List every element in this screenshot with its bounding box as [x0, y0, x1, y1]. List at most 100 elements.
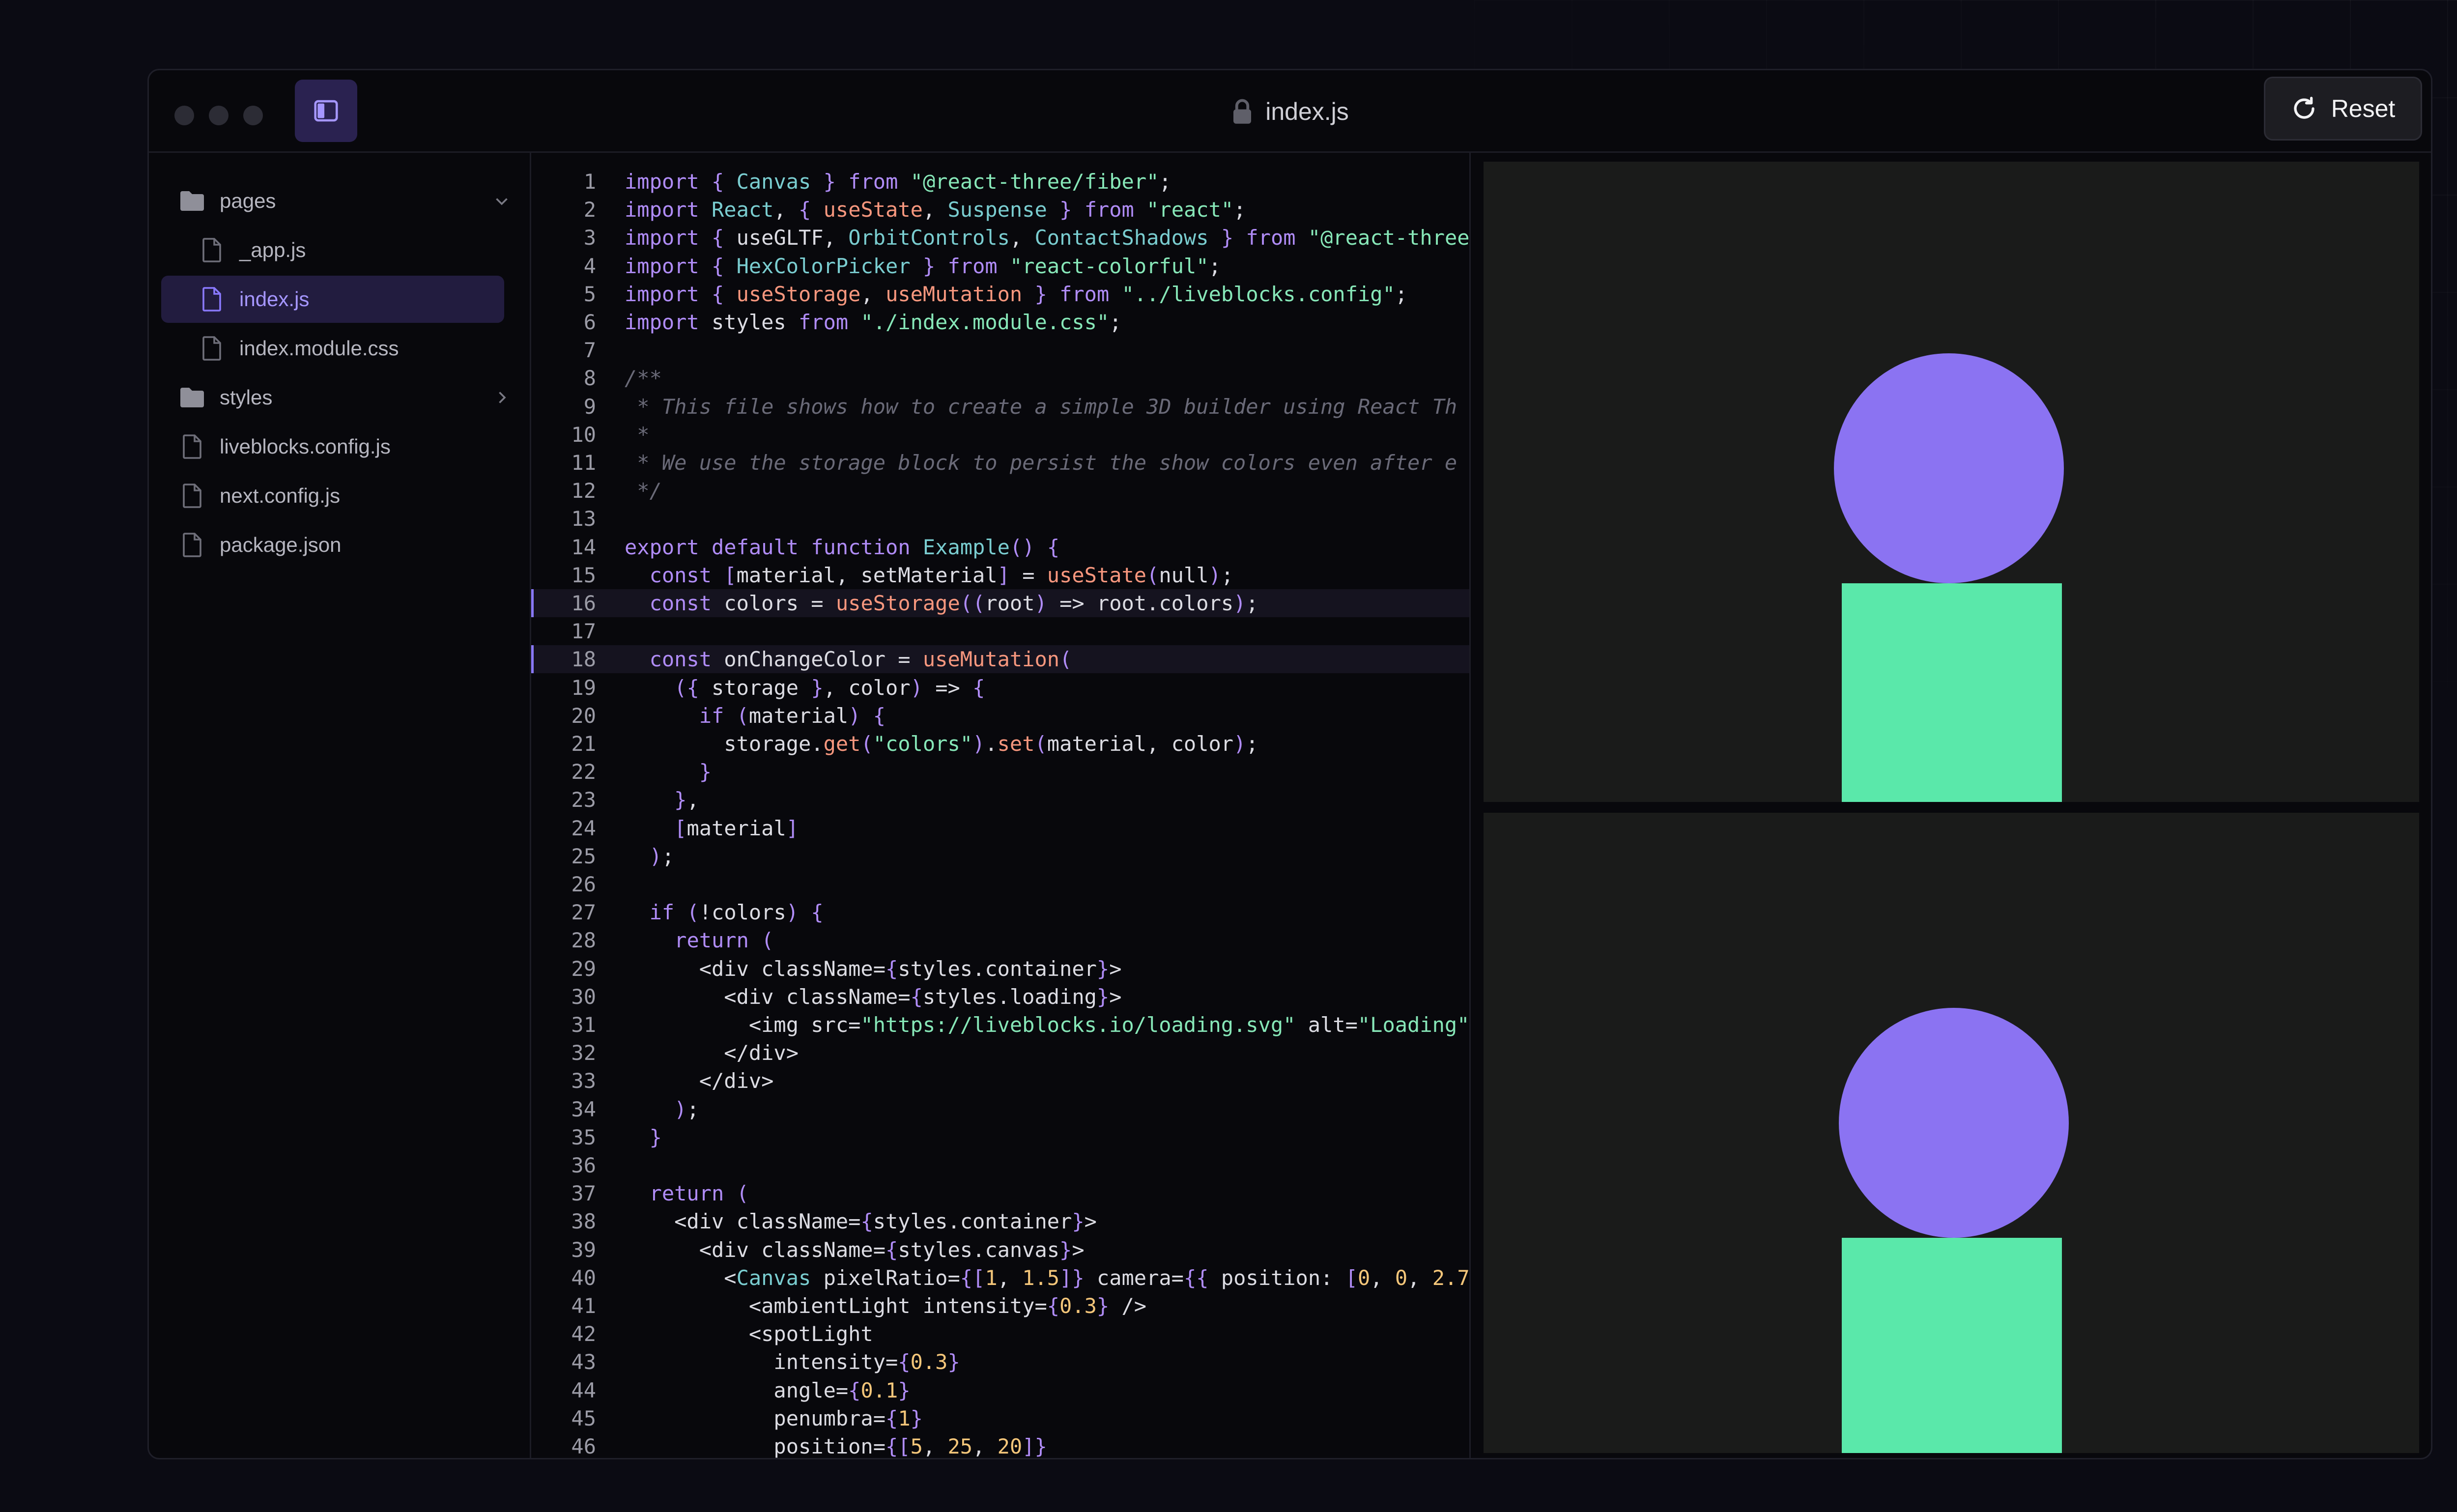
line-code: const colors = useStorage((root) => root… — [649, 591, 1258, 615]
line-code: /** — [625, 366, 662, 391]
line-number: 14 — [571, 535, 596, 559]
code-line[interactable]: 10 * — [531, 421, 1469, 449]
line-code: * We use the storage block to persist th… — [625, 451, 1457, 475]
line-number: 26 — [571, 872, 596, 896]
code-line[interactable]: 20 if (material) { — [531, 702, 1469, 730]
line-number: 3 — [583, 226, 596, 250]
code-line[interactable]: 28 return ( — [531, 926, 1469, 954]
chevron-down-icon[interactable] — [493, 192, 511, 210]
code-line[interactable]: 39 <div className={styles.canvas}> — [531, 1236, 1469, 1264]
code-line[interactable]: 32 </div> — [531, 1039, 1469, 1067]
tree-file-app-js[interactable]: _app.js — [198, 227, 521, 274]
code-line[interactable]: 4 import { HexColorPicker } from "react-c… — [531, 252, 1469, 280]
code-editor[interactable]: 1 import { Canvas } from "@react-three/fi… — [531, 153, 1471, 1458]
preview-bottom[interactable] — [1484, 813, 2419, 1453]
code-line[interactable]: 27 if (!colors) { — [531, 898, 1469, 926]
sphere-shape[interactable] — [1834, 353, 2064, 583]
code-line[interactable]: 15 const [material, setMaterial] = useSt… — [531, 561, 1469, 589]
file-icon — [178, 482, 206, 510]
line-code: <img src="https://liveblocks.io/loading.… — [625, 1013, 1470, 1037]
code-line[interactable]: 19 ({ storage }, color) => { — [531, 674, 1469, 702]
folder-icon — [178, 187, 206, 215]
line-code: const [material, setMaterial] = useState… — [649, 563, 1234, 587]
line-number: 27 — [571, 900, 596, 925]
code-line[interactable]: 14 export default function Example() { — [531, 533, 1469, 561]
preview-top[interactable] — [1484, 162, 2419, 802]
code-line[interactable]: 11 * We use the storage block to persist… — [531, 449, 1469, 477]
code-line[interactable]: 38 <div className={styles.container}> — [531, 1207, 1469, 1235]
code-line[interactable]: 26 — [531, 870, 1469, 898]
code-line[interactable]: 25 ); — [531, 842, 1469, 870]
code-line[interactable]: 21 storage.get("colors").set(material, c… — [531, 730, 1469, 758]
line-number: 10 — [571, 422, 596, 447]
box-shape[interactable] — [1842, 583, 2062, 802]
code-line[interactable]: 12 */ — [531, 477, 1469, 505]
code-line[interactable]: 17 — [531, 617, 1469, 645]
code-line[interactable]: 40 <Canvas pixelRatio={[1, 1.5]} camera=… — [531, 1264, 1469, 1292]
code-line[interactable]: 44 angle={0.1} — [531, 1376, 1469, 1404]
code-line[interactable]: 1 import { Canvas } from "@react-three/fi… — [531, 168, 1469, 196]
code-line[interactable]: 23 }, — [531, 786, 1469, 814]
tree-file-next-config[interactable]: next.config.js — [178, 472, 521, 519]
line-code: import { Canvas } from "@react-three/fib… — [625, 170, 1171, 194]
line-code: */ — [625, 479, 662, 503]
chevron-right-icon[interactable] — [493, 389, 511, 406]
tree-label-next-config: next.config.js — [220, 484, 341, 507]
code-line[interactable]: 29 <div className={styles.container}> — [531, 955, 1469, 983]
line-number: 24 — [571, 816, 596, 840]
reset-button[interactable]: Reset — [2264, 77, 2422, 141]
tree-folder-pages[interactable]: pages — [178, 177, 521, 225]
code-line[interactable]: 41 <ambientLight intensity={0.3} /> — [531, 1292, 1469, 1320]
line-number: 11 — [571, 451, 596, 475]
tree-folder-styles[interactable]: styles — [178, 374, 521, 421]
line-number: 5 — [583, 282, 596, 306]
code-line[interactable]: 46 position={[5, 25, 20]} — [531, 1432, 1469, 1458]
line-number: 40 — [571, 1265, 596, 1290]
code-line[interactable]: 36 — [531, 1151, 1469, 1179]
tree-label-index-js: index.js — [239, 287, 310, 311]
code-line[interactable]: 37 return ( — [531, 1179, 1469, 1207]
code-line[interactable]: 35 } — [531, 1123, 1469, 1151]
code-line[interactable]: 13 — [531, 505, 1469, 533]
code-line[interactable]: 8 /** — [531, 364, 1469, 392]
code-line[interactable]: 7 — [531, 336, 1469, 364]
code-line[interactable]: 45 penumbra={1} — [531, 1404, 1469, 1432]
line-code: return ( — [649, 1181, 749, 1206]
code-line[interactable]: 9 * This file shows how to create a simp… — [531, 393, 1469, 421]
line-code: </div> — [625, 1069, 774, 1093]
tree-file-package-json[interactable]: package.json — [178, 521, 521, 569]
line-number: 32 — [571, 1041, 596, 1065]
line-number: 31 — [571, 1013, 596, 1037]
line-code: import React, { useState, Suspense } fro… — [625, 198, 1246, 222]
code-line[interactable]: 30 <div className={styles.loading}> — [531, 983, 1469, 1011]
code-line[interactable]: 24 [material] — [531, 814, 1469, 842]
file-title-group: index.js — [149, 70, 2431, 153]
code-line[interactable]: 43 intensity={0.3} — [531, 1348, 1469, 1376]
line-number: 30 — [571, 984, 596, 1009]
line-code: * — [625, 422, 650, 447]
tree-file-index-js-row[interactable]: index.js — [161, 276, 504, 323]
code-line[interactable]: 3 import { useGLTF, OrbitControls, Contac… — [531, 224, 1469, 252]
file-title: index.js — [1265, 98, 1349, 125]
line-number: 45 — [571, 1406, 596, 1430]
line-number: 18 — [571, 647, 596, 672]
code-line[interactable]: 16 const colors = useStorage((root) => r… — [531, 589, 1469, 617]
line-code: import { useStorage, useMutation } from … — [625, 282, 1408, 306]
code-line[interactable]: 22 } — [531, 758, 1469, 786]
box-shape[interactable] — [1842, 1238, 2062, 1453]
line-code: return ( — [674, 928, 774, 953]
line-code: <div className={styles.container}> — [625, 956, 1122, 981]
code-line[interactable]: 33 </div> — [531, 1067, 1469, 1095]
sphere-shape[interactable] — [1839, 1008, 2069, 1238]
code-line[interactable]: 6 import styles from "./index.module.css"… — [531, 308, 1469, 336]
tree-file-index-module-css[interactable]: index.module.css — [198, 325, 521, 372]
line-code: penumbra={1} — [625, 1406, 923, 1430]
code-line[interactable]: 42 <spotLight — [531, 1320, 1469, 1348]
reset-icon — [2293, 96, 2314, 119]
tree-file-liveblocks-config[interactable]: liveblocks.config.js — [178, 423, 521, 470]
code-line[interactable]: 18 const onChangeColor = useMutation( — [531, 645, 1469, 674]
code-line[interactable]: 34 ); — [531, 1095, 1469, 1123]
code-line[interactable]: 31 <img src="https://liveblocks.io/loadi… — [531, 1011, 1470, 1039]
code-line[interactable]: 5 import { useStorage, useMutation } from… — [531, 280, 1469, 308]
code-line[interactable]: 2 import React, { useState, Suspense } fr… — [531, 196, 1469, 224]
